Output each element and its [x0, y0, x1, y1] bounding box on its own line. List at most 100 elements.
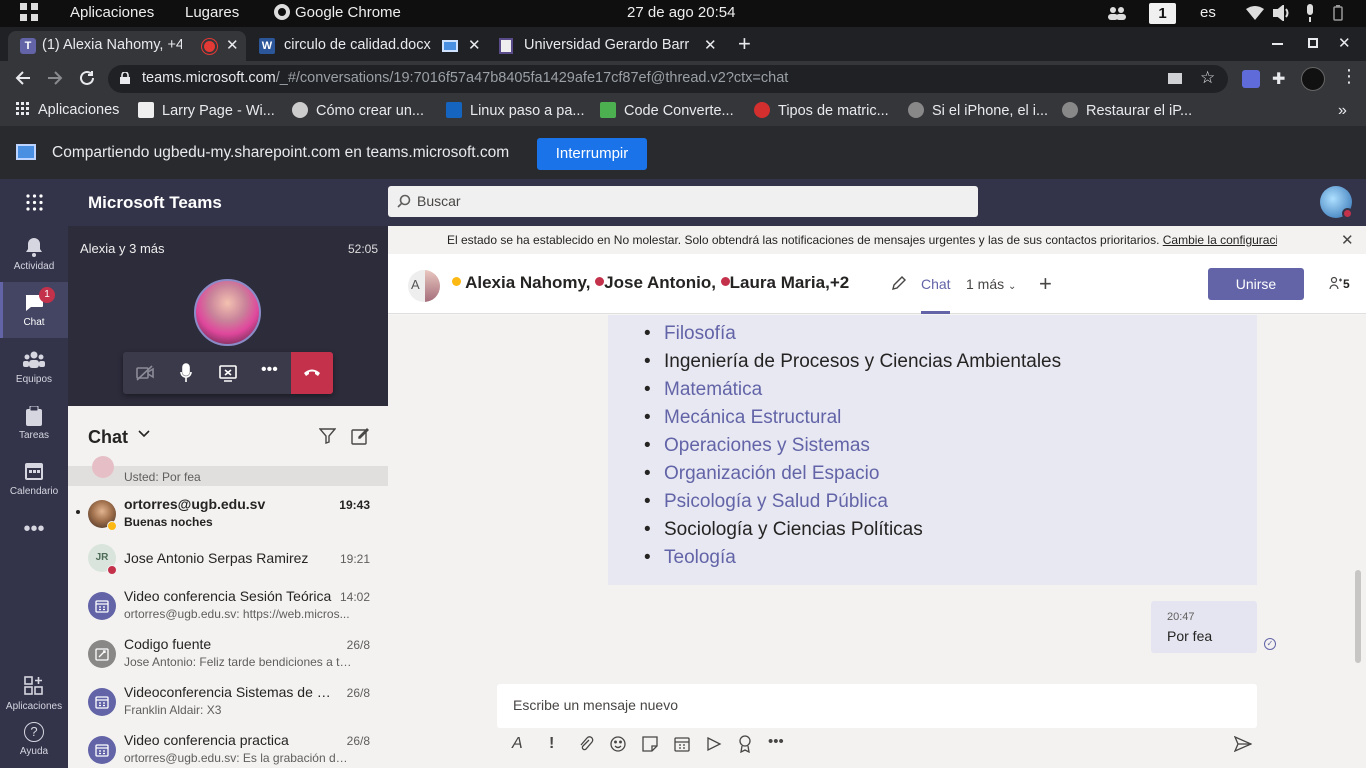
tab-chat[interactable]: Chat [921, 276, 951, 292]
teams-extension-icon[interactable] [1242, 70, 1260, 88]
bookmark-star-icon[interactable]: ☆ [1200, 68, 1215, 88]
tab-word-doc[interactable]: W circulo de calidad.docx ✕ [250, 31, 488, 61]
tab-university[interactable]: Universidad Gerardo Barr ✕ [490, 31, 728, 61]
chat-item-partial[interactable]: Usted: Por fea [68, 456, 388, 486]
send-icon[interactable] [1234, 736, 1252, 752]
chat-item[interactable]: ortorres@ugb.edu.sv Buenas noches 19:43 [68, 490, 388, 538]
rail-activity[interactable]: Actividad [0, 226, 68, 282]
app-grid-icon[interactable] [20, 3, 38, 21]
faculty-list-item[interactable]: • Organización del Espacio [644, 463, 879, 485]
power-icon[interactable] [1333, 5, 1343, 21]
bookmark-code-converter[interactable]: Code Converte... [600, 102, 734, 119]
hang-up-button[interactable] [291, 352, 333, 394]
chrome-app-menu[interactable]: Google Chrome [274, 4, 401, 21]
rail-calendar[interactable]: Calendario [0, 450, 68, 506]
faculty-link[interactable]: Filosofía [664, 323, 736, 344]
back-icon[interactable] [14, 69, 32, 87]
filter-icon[interactable] [319, 428, 336, 444]
url-field[interactable]: teams.microsoft.com/_#/conversations/19:… [108, 65, 1228, 93]
bookmark-como-crear[interactable]: Cómo crear un... [292, 102, 424, 119]
new-tab-icon[interactable]: + [738, 31, 751, 57]
join-call-button[interactable]: Unirse [1208, 268, 1304, 300]
change-settings-link[interactable]: Cambie la configuració [1163, 233, 1277, 247]
faculty-list-item[interactable]: • Filosofía [644, 323, 736, 345]
tab-teams[interactable]: T (1) Alexia Nahomy, +4 ✕ [8, 31, 246, 61]
rail-help[interactable]: ? Ayuda [0, 722, 68, 768]
participants-button[interactable]: 5 [1329, 276, 1350, 291]
chat-list-title[interactable]: Chat [88, 427, 128, 448]
new-chat-icon[interactable] [351, 427, 369, 445]
chat-item[interactable]: Videoconferencia Sistemas de C... Frankl… [68, 678, 388, 726]
faculty-link[interactable]: Teología [664, 547, 736, 568]
rail-chat[interactable]: 1 Chat [0, 282, 68, 338]
more-apps-icon[interactable]: ••• [0, 518, 68, 548]
minimize-window-icon[interactable] [1272, 43, 1283, 45]
close-window-icon[interactable]: ✕ [1338, 34, 1351, 52]
rail-teams[interactable]: Equipos [0, 338, 68, 394]
close-tab-icon[interactable]: ✕ [468, 36, 481, 54]
activities-apps-menu[interactable]: Aplicaciones [70, 4, 154, 21]
faculty-link[interactable]: Operaciones y Sistemas [664, 435, 870, 456]
chat-item[interactable]: JR Jose Antonio Serpas Ramirez 19:21 [68, 534, 388, 582]
chevron-down-icon[interactable] [138, 430, 150, 438]
forward-icon[interactable] [46, 69, 64, 87]
tab-more[interactable]: 1 más ⌄ [966, 276, 1016, 292]
faculty-link[interactable]: Matemática [664, 379, 762, 400]
chat-item[interactable]: Video conferencia practica ortorres@ugb.… [68, 726, 388, 768]
stream-icon[interactable] [706, 736, 722, 752]
close-tab-icon[interactable]: ✕ [226, 36, 239, 54]
faculty-list-item[interactable]: • Mecánica Estructural [644, 407, 841, 429]
reload-icon[interactable] [78, 69, 96, 87]
chat-item[interactable]: Codigo fuente Jose Antonio: Feliz tarde … [68, 630, 388, 678]
faculty-list-item[interactable]: • Operaciones y Sistemas [644, 435, 870, 457]
my-message[interactable]: 20:47 Por fea [1151, 601, 1257, 653]
more-bookmarks-icon[interactable]: » [1338, 102, 1347, 120]
edit-name-icon[interactable] [891, 275, 907, 291]
praise-icon[interactable] [738, 735, 752, 753]
call-title[interactable]: Alexia y 3 más [80, 241, 165, 256]
camera-off-icon[interactable] [136, 365, 154, 381]
workspace-indicator[interactable]: 1 [1149, 3, 1176, 24]
microphone-icon[interactable] [1304, 4, 1316, 22]
rail-tasks[interactable]: Tareas [0, 394, 68, 450]
faculty-link[interactable]: Organización del Espacio [664, 463, 879, 484]
important-icon[interactable]: ! [549, 735, 554, 753]
keyboard-layout[interactable]: es [1200, 4, 1216, 21]
faculty-list-item[interactable]: • Matemática [644, 379, 762, 401]
format-icon[interactable]: A [512, 735, 523, 753]
close-tab-icon[interactable]: ✕ [704, 36, 717, 54]
scrollbar-thumb[interactable] [1355, 570, 1361, 663]
wifi-icon[interactable] [1246, 6, 1264, 20]
chrome-menu-icon[interactable]: ⋮ [1340, 66, 1358, 87]
bookmark-larry-page[interactable]: Larry Page - Wi... [138, 102, 275, 119]
extensions-puzzle-icon[interactable]: ✚ [1272, 69, 1285, 89]
faculty-list-item[interactable]: • Psicología y Salud Pública [644, 491, 888, 513]
add-tab-icon[interactable]: + [1039, 271, 1052, 297]
clock[interactable]: 27 de ago 20:54 [627, 4, 735, 21]
close-banner-icon[interactable]: ✕ [1341, 231, 1354, 249]
volume-icon[interactable] [1273, 5, 1291, 21]
faculty-link[interactable]: Psicología y Salud Pública [664, 491, 888, 512]
more-options-icon[interactable]: ••• [261, 361, 278, 379]
rail-apps[interactable]: Aplicaciones [0, 666, 68, 722]
lock-icon[interactable] [120, 72, 130, 84]
people-icon[interactable] [1108, 6, 1126, 20]
bookmark-iphone[interactable]: Si el iPhone, el i... [908, 102, 1048, 119]
attach-icon[interactable] [578, 736, 594, 752]
stop-sharing-button[interactable]: Interrumpir [537, 138, 647, 170]
participants-title[interactable]: Alexia Nahomy, Jose Antonio, Laura Maria… [452, 273, 849, 293]
camera-in-use-icon[interactable] [1168, 73, 1182, 84]
faculty-list-item[interactable]: • Teología [644, 547, 736, 569]
app-launcher-icon[interactable] [26, 194, 43, 211]
maximize-window-icon[interactable] [1308, 38, 1318, 48]
microphone-icon[interactable] [180, 363, 192, 383]
emoji-icon[interactable] [610, 736, 626, 752]
sticker-icon[interactable] [642, 736, 658, 752]
more-options-icon[interactable]: ••• [768, 733, 784, 750]
bookmark-restaurar[interactable]: Restaurar el iP... [1062, 102, 1192, 119]
places-menu[interactable]: Lugares [185, 4, 239, 21]
profile-avatar[interactable] [1301, 67, 1325, 91]
schedule-meeting-icon[interactable] [674, 736, 690, 752]
stop-presenting-icon[interactable] [219, 364, 237, 382]
compose-box[interactable]: Escribe un mensaje nuevo [497, 684, 1257, 728]
